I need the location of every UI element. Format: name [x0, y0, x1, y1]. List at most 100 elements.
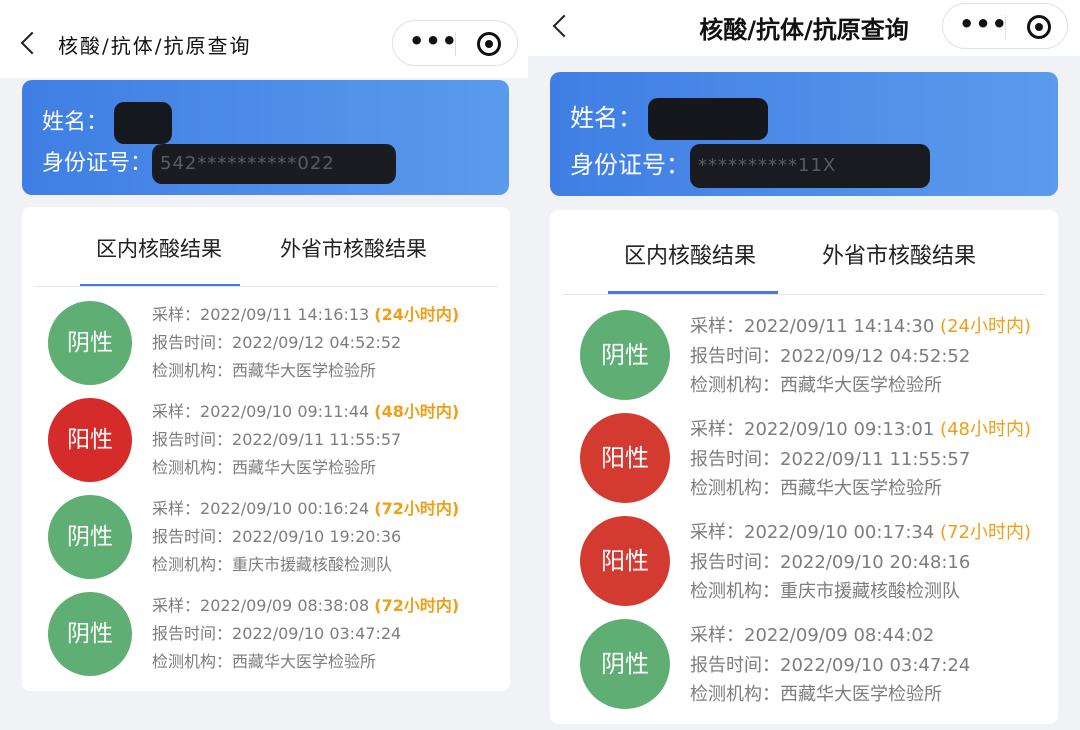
capsule-divider [1005, 15, 1006, 39]
tab-other-province-results[interactable]: 外省市核酸结果 [280, 233, 427, 263]
report-line: 报告时间：2022/09/10 03:47:24 [152, 620, 401, 644]
org-name: 西藏华大医学检验所 [780, 684, 942, 705]
org-label: 检测机构： [690, 684, 780, 705]
page-title: 核酸/抗体/抗原查询 [58, 34, 252, 58]
identity-card: 姓名： 身份证号： 542**********022 [22, 80, 509, 195]
report-time: 2022/09/12 04:52:52 [232, 333, 402, 352]
org-line: 检测机构：西藏华大医学检验所 [690, 474, 942, 500]
report-time: 2022/09/10 19:20:36 [232, 527, 402, 546]
org-name: 西藏华大医学检验所 [232, 361, 377, 380]
sample-label: 采样： [690, 625, 744, 646]
org-name: 重庆市援藏核酸检测队 [780, 581, 960, 602]
tab-divider [34, 286, 498, 287]
sample-time: 2022/09/11 14:16:13 [200, 305, 370, 324]
org-label: 检测机构： [152, 361, 233, 380]
result-badge: 阴性 [580, 310, 670, 400]
sample-line: 采样：2022/09/09 08:44:02 [690, 621, 934, 647]
report-line: 报告时间：2022/09/10 20:48:16 [690, 548, 970, 574]
sample-line: 采样：2022/09/10 09:11:44 (48小时内) [152, 398, 459, 422]
report-time: 2022/09/11 11:55:57 [232, 430, 402, 449]
sample-label: 采样： [152, 402, 201, 421]
time-window-tag: (72小时内) [374, 499, 460, 518]
report-time: 2022/09/10 03:47:24 [232, 624, 402, 643]
report-line: 报告时间：2022/09/12 04:52:52 [690, 342, 970, 368]
identity-card: 姓名： 身份证号： **********11X [550, 72, 1058, 196]
report-label: 报告时间： [690, 346, 780, 367]
report-line: 报告时间：2022/09/10 19:20:36 [152, 523, 401, 547]
sample-label: 采样： [152, 499, 201, 518]
report-label: 报告时间： [690, 449, 780, 470]
org-label: 检测机构： [690, 581, 780, 602]
sample-time: 2022/09/11 14:14:30 [744, 316, 935, 337]
sample-label: 采样： [690, 316, 744, 337]
org-line: 检测机构：西藏华大医学检验所 [152, 357, 376, 381]
sample-time: 2022/09/09 08:44:02 [744, 625, 935, 646]
tab-other-province-results[interactable]: 外省市核酸结果 [822, 238, 976, 270]
org-label: 检测机构： [690, 478, 780, 499]
report-line: 报告时间：2022/09/10 03:47:24 [690, 651, 970, 677]
results-card: 区内核酸结果 外省市核酸结果 阴性 采样：2022/09/11 14:14:30… [550, 210, 1058, 724]
report-time: 2022/09/10 03:47:24 [780, 655, 971, 676]
tab-local-results[interactable]: 区内核酸结果 [624, 238, 756, 270]
result-badge: 阳性 [48, 398, 132, 482]
org-label: 检测机构： [152, 555, 233, 574]
org-label: 检测机构： [690, 375, 780, 396]
sample-line: 采样：2022/09/10 00:16:24 (72小时内) [152, 495, 459, 519]
time-window-tag: (48小时内) [940, 419, 1031, 440]
time-window-tag: (72小时内) [374, 596, 460, 615]
org-line: 检测机构：西藏华大医学检验所 [152, 648, 376, 672]
time-window-tag: (72小时内) [940, 522, 1031, 543]
tab-divider [564, 294, 1044, 295]
back-chevron-icon[interactable] [20, 31, 44, 55]
more-dots-icon[interactable]: ••• [959, 12, 1007, 36]
org-label: 检测机构： [152, 652, 233, 671]
name-label: 姓名： [570, 104, 642, 132]
name-redacted [648, 98, 768, 140]
sample-label: 采样： [690, 419, 744, 440]
screenshot-left: 核酸/抗体/抗原查询 ••• 姓名： 身份证号： 542**********022… [0, 0, 528, 730]
report-label: 报告时间： [152, 430, 233, 449]
mini-program-capsule: ••• [942, 3, 1068, 49]
report-time: 2022/09/12 04:52:52 [780, 346, 971, 367]
sample-time: 2022/09/09 08:38:08 [200, 596, 370, 615]
nav-bar: 核酸/抗体/抗原查询 ••• [0, 0, 528, 78]
report-label: 报告时间： [152, 333, 233, 352]
sample-time: 2022/09/10 00:16:24 [200, 499, 370, 518]
screenshot-right: 核酸/抗体/抗原查询 ••• 姓名： 身份证号： **********11X 区内… [528, 0, 1080, 730]
sample-line: 采样：2022/09/10 09:13:01 (48小时内) [690, 415, 1031, 441]
org-line: 检测机构：重庆市援藏核酸检测队 [152, 551, 392, 575]
org-name: 西藏华大医学检验所 [780, 375, 942, 396]
result-badge: 阴性 [48, 495, 132, 579]
name-row: 姓名： [42, 102, 173, 144]
close-target-icon[interactable] [1027, 15, 1051, 39]
org-name: 西藏华大医学检验所 [232, 652, 377, 671]
report-line: 报告时间：2022/09/12 04:52:52 [152, 329, 401, 353]
report-line: 报告时间：2022/09/11 11:55:57 [690, 445, 970, 471]
sample-line: 采样：2022/09/11 14:16:13 (24小时内) [152, 301, 459, 325]
result-badge: 阴性 [48, 301, 132, 385]
capsule-divider [455, 32, 456, 56]
report-line: 报告时间：2022/09/11 11:55:57 [152, 426, 401, 450]
sample-time: 2022/09/10 09:11:44 [200, 402, 370, 421]
org-name: 西藏华大医学检验所 [780, 478, 942, 499]
org-name: 重庆市援藏核酸检测队 [232, 555, 393, 574]
id-row: 身份证号： **********11X [570, 144, 930, 188]
name-label: 姓名： [42, 110, 109, 135]
report-label: 报告时间： [152, 527, 233, 546]
sample-line: 采样：2022/09/11 14:14:30 (24小时内) [690, 312, 1031, 338]
sample-line: 采样：2022/09/10 00:17:34 (72小时内) [690, 518, 1031, 544]
org-name: 西藏华大医学检验所 [232, 458, 377, 477]
nav-bar: 核酸/抗体/抗原查询 ••• [528, 0, 1080, 56]
more-dots-icon[interactable]: ••• [409, 29, 457, 53]
sample-time: 2022/09/10 00:17:34 [744, 522, 935, 543]
time-window-tag: (24小时内) [940, 316, 1031, 337]
org-line: 检测机构：西藏华大医学检验所 [152, 454, 376, 478]
tab-local-results[interactable]: 区内核酸结果 [96, 233, 222, 263]
report-label: 报告时间： [690, 552, 780, 573]
org-line: 检测机构：西藏华大医学检验所 [690, 680, 942, 706]
sample-time: 2022/09/10 09:13:01 [744, 419, 935, 440]
close-target-icon[interactable] [477, 32, 501, 56]
sample-label: 采样： [152, 596, 201, 615]
time-window-tag: (24小时内) [374, 305, 460, 324]
org-line: 检测机构：西藏华大医学检验所 [690, 371, 942, 397]
